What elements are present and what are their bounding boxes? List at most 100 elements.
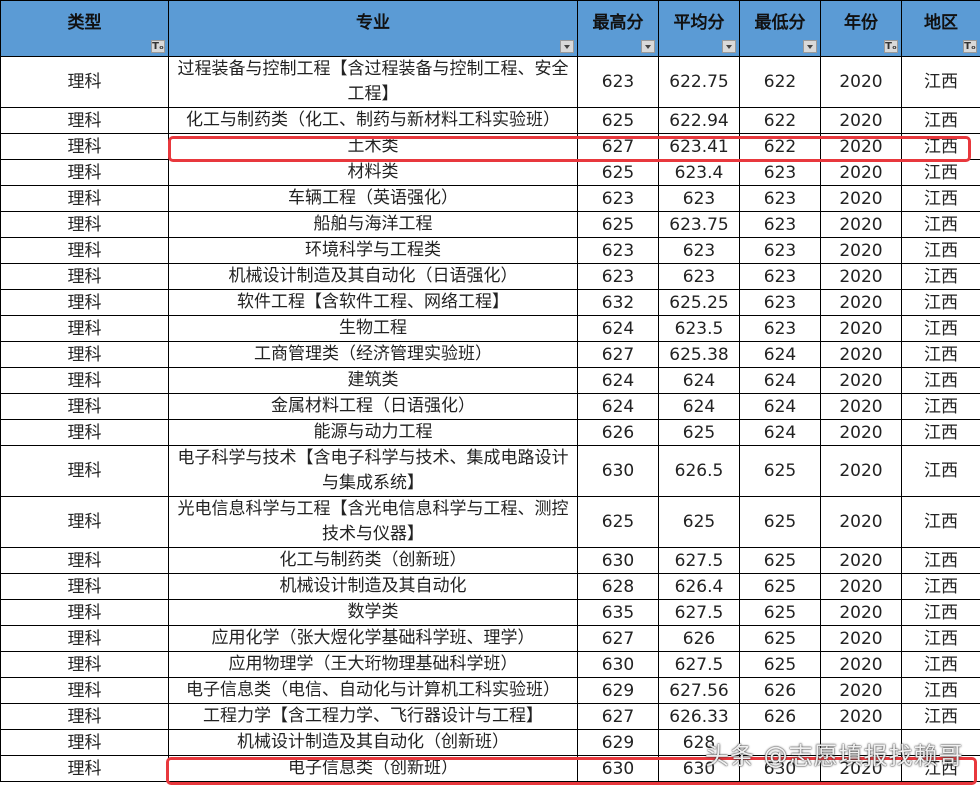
cell-max-score[interactable]: 630 (577, 547, 659, 574)
cell-max-score[interactable]: 627 (577, 625, 659, 652)
cell-type[interactable]: 理科 (0, 445, 169, 497)
cell-max-score[interactable]: 626 (577, 419, 659, 446)
cell-region[interactable]: 江西 (901, 393, 980, 420)
cell-type[interactable]: 理科 (0, 496, 169, 548)
cell-max-score[interactable]: 624 (577, 367, 659, 394)
cell-avg-score[interactable]: 623.41 (658, 133, 740, 160)
cell-region[interactable]: 江西 (901, 159, 980, 186)
cell-type[interactable]: 理科 (0, 341, 169, 368)
cell-max-score[interactable]: 629 (577, 677, 659, 704)
cell-major[interactable]: 数学类 (168, 599, 578, 626)
cell-max-score[interactable]: 627 (577, 703, 659, 730)
cell-min-score[interactable]: 624 (739, 393, 821, 420)
cell-year[interactable]: 2020 (820, 677, 902, 704)
filter-applied-icon[interactable]: Tₒ (884, 40, 898, 53)
cell-min-score[interactable]: 623 (739, 289, 821, 316)
cell-region[interactable]: 江西 (901, 625, 980, 652)
cell-min-score[interactable]: 625 (739, 547, 821, 574)
cell-year[interactable]: 2020 (820, 367, 902, 394)
cell-type[interactable]: 理科 (0, 419, 169, 446)
cell-min-score[interactable]: 623 (739, 185, 821, 212)
cell-min-score[interactable]: 625 (739, 496, 821, 548)
cell-min-score[interactable]: 623 (739, 315, 821, 342)
cell-major[interactable]: 工程力学【含工程力学、飞行器设计与工程】 (168, 703, 578, 730)
cell-type[interactable]: 理科 (0, 159, 169, 186)
cell-year[interactable]: 2020 (820, 496, 902, 548)
cell-avg-score[interactable]: 627.5 (658, 599, 740, 626)
cell-max-score[interactable]: 630 (577, 755, 659, 782)
cell-major[interactable]: 化工与制药类（化工、制药与新材料工科实验班） (168, 107, 578, 134)
cell-max-score[interactable]: 623 (577, 237, 659, 264)
cell-min-score[interactable]: 626 (739, 677, 821, 704)
cell-max-score[interactable]: 623 (577, 185, 659, 212)
cell-year[interactable]: 2020 (820, 133, 902, 160)
cell-type[interactable]: 理科 (0, 289, 169, 316)
cell-type[interactable]: 理科 (0, 651, 169, 678)
cell-max-score[interactable]: 632 (577, 289, 659, 316)
dropdown-arrow-icon[interactable] (560, 40, 574, 53)
cell-max-score[interactable]: 625 (577, 496, 659, 548)
cell-max-score[interactable]: 625 (577, 211, 659, 238)
cell-type[interactable]: 理科 (0, 729, 169, 756)
cell-avg-score[interactable]: 623.5 (658, 315, 740, 342)
cell-major[interactable]: 软件工程【含软件工程、网络工程】 (168, 289, 578, 316)
cell-year[interactable]: 2020 (820, 445, 902, 497)
cell-max-score[interactable]: 625 (577, 159, 659, 186)
cell-region[interactable]: 江西 (901, 315, 980, 342)
cell-major[interactable]: 电子科学与技术【含电子科学与技术、集成电路设计与集成系统】 (168, 445, 578, 497)
cell-region[interactable]: 江西 (901, 419, 980, 446)
cell-avg-score[interactable]: 623 (658, 263, 740, 290)
cell-max-score[interactable]: 623 (577, 263, 659, 290)
cell-min-score[interactable]: 623 (739, 159, 821, 186)
cell-year[interactable]: 2020 (820, 393, 902, 420)
cell-avg-score[interactable]: 623 (658, 185, 740, 212)
cell-year[interactable]: 2020 (820, 599, 902, 626)
cell-region[interactable]: 江西 (901, 133, 980, 160)
cell-avg-score[interactable]: 626.4 (658, 573, 740, 600)
cell-year[interactable]: 2020 (820, 159, 902, 186)
cell-type[interactable]: 理科 (0, 185, 169, 212)
cell-min-score[interactable]: 623 (739, 211, 821, 238)
dropdown-arrow-icon[interactable] (641, 40, 655, 53)
cell-min-score[interactable]: 624 (739, 419, 821, 446)
cell-min-score[interactable]: 624 (739, 367, 821, 394)
cell-type[interactable]: 理科 (0, 56, 169, 108)
cell-region[interactable]: 江西 (901, 289, 980, 316)
cell-type[interactable]: 理科 (0, 263, 169, 290)
cell-type[interactable]: 理科 (0, 133, 169, 160)
cell-region[interactable]: 江西 (901, 211, 980, 238)
filter-applied-icon[interactable]: Tₒ (963, 40, 977, 53)
cell-region[interactable]: 江西 (901, 185, 980, 212)
cell-min-score[interactable]: 623 (739, 237, 821, 264)
cell-type[interactable]: 理科 (0, 547, 169, 574)
cell-type[interactable]: 理科 (0, 237, 169, 264)
cell-major[interactable]: 电子信息类（创新班） (168, 755, 578, 782)
cell-region[interactable]: 江西 (901, 651, 980, 678)
cell-max-score[interactable]: 625 (577, 107, 659, 134)
cell-avg-score[interactable]: 623.4 (658, 159, 740, 186)
cell-avg-score[interactable]: 624 (658, 367, 740, 394)
cell-type[interactable]: 理科 (0, 211, 169, 238)
cell-min-score[interactable]: 622 (739, 56, 821, 108)
dropdown-arrow-icon[interactable] (722, 40, 736, 53)
cell-avg-score[interactable]: 625 (658, 419, 740, 446)
cell-type[interactable]: 理科 (0, 677, 169, 704)
cell-major[interactable]: 过程装备与控制工程【含过程装备与控制工程、安全工程】 (168, 56, 578, 108)
cell-max-score[interactable]: 628 (577, 573, 659, 600)
cell-region[interactable]: 江西 (901, 56, 980, 108)
cell-max-score[interactable]: 635 (577, 599, 659, 626)
cell-avg-score[interactable]: 623 (658, 237, 740, 264)
cell-major[interactable]: 环境科学与工程类 (168, 237, 578, 264)
cell-major[interactable]: 材料类 (168, 159, 578, 186)
cell-avg-score[interactable]: 622.94 (658, 107, 740, 134)
cell-type[interactable]: 理科 (0, 599, 169, 626)
cell-year[interactable]: 2020 (820, 315, 902, 342)
filter-applied-icon[interactable]: Tₒ (151, 40, 165, 53)
cell-avg-score[interactable]: 627.5 (658, 547, 740, 574)
cell-major[interactable]: 金属材料工程（日语强化） (168, 393, 578, 420)
cell-min-score[interactable]: 623 (739, 263, 821, 290)
cell-major[interactable]: 建筑类 (168, 367, 578, 394)
cell-min-score[interactable]: 622 (739, 133, 821, 160)
cell-min-score[interactable]: 625 (739, 625, 821, 652)
cell-avg-score[interactable]: 624 (658, 393, 740, 420)
